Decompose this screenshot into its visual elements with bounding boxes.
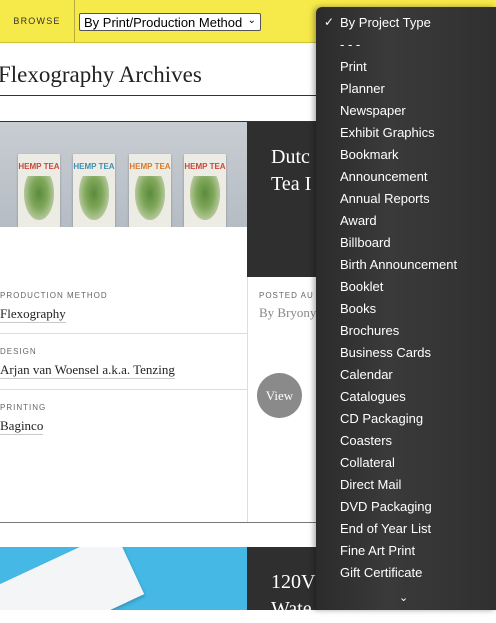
dropdown-item[interactable]: Print — [340, 59, 367, 74]
column-divider — [247, 277, 248, 522]
dropdown-item[interactable]: CD Packaging — [340, 411, 423, 426]
design-link[interactable]: Arjan van Woensel a.k.a. Tenzing — [0, 362, 175, 379]
title-divider — [0, 95, 330, 96]
dropdown-item[interactable]: Brochures — [340, 323, 399, 338]
browse-select-value: By Print/Production Method — [84, 14, 243, 30]
hemp-tea-image[interactable]: HEMP TEA HEMP TEA HEMP TEA HEMP TEA — [0, 122, 247, 227]
dropdown-item[interactable]: End of Year List — [340, 521, 431, 536]
scroll-down-arrow-icon[interactable]: ⌄ — [399, 591, 408, 604]
tea-package-label: HEMP TEA — [18, 162, 60, 171]
production-method-link[interactable]: Flexography — [0, 306, 66, 323]
design-label: DESIGN — [0, 347, 37, 356]
dropdown-item[interactable]: DVD Packaging — [340, 499, 432, 514]
product-image[interactable] — [0, 547, 247, 610]
post-title[interactable]: Dutc Tea I — [271, 144, 311, 198]
dropdown-item[interactable]: Books — [340, 301, 376, 316]
printing-label: PRINTING — [0, 403, 47, 412]
dropdown-item[interactable]: Birth Announcement — [340, 257, 457, 272]
project-type-dropdown-menu[interactable]: ✓ ⌄ By Project Type - - - Print Planner News… — [316, 7, 496, 610]
dropdown-item[interactable]: Billboard — [340, 235, 391, 250]
dropdown-item[interactable]: Fine Art Print — [340, 543, 415, 558]
dropdown-item[interactable]: Bookmark — [340, 147, 399, 162]
chevron-down-icon: ⌄ — [247, 15, 256, 26]
dropdown-item[interactable]: Business Cards — [340, 345, 431, 360]
browse-label: BROWSE — [0, 0, 75, 42]
dropdown-item[interactable]: Calendar — [340, 367, 393, 382]
tea-package: HEMP TEA — [184, 154, 226, 227]
tea-package: HEMP TEA — [129, 154, 171, 227]
tea-package-label: HEMP TEA — [129, 162, 171, 171]
posted-label: POSTED AU — [259, 291, 314, 300]
tea-package: HEMP TEA — [73, 154, 115, 227]
tea-package-label: HEMP TEA — [184, 162, 226, 171]
view-button[interactable]: View — [257, 373, 302, 418]
dropdown-item[interactable]: - - - — [340, 37, 360, 52]
meta-divider — [0, 333, 247, 334]
page-title: Flexography Archives — [0, 62, 202, 87]
tea-package: HEMP TEA — [18, 154, 60, 227]
checkmark-icon: ✓ — [324, 15, 335, 29]
dropdown-item[interactable]: Announcement — [340, 169, 427, 184]
tea-package-label: HEMP TEA — [73, 162, 115, 171]
dropdown-item[interactable]: Annual Reports — [340, 191, 430, 206]
dropdown-item[interactable]: By Project Type — [340, 15, 431, 30]
dropdown-item[interactable]: Exhibit Graphics — [340, 125, 435, 140]
dropdown-item[interactable]: Direct Mail — [340, 477, 401, 492]
browse-select[interactable]: By Print/Production Method ⌄ — [79, 13, 261, 31]
meta-divider — [0, 389, 247, 390]
dropdown-item[interactable]: Newspaper — [340, 103, 406, 118]
dropdown-item[interactable]: Award — [340, 213, 377, 228]
dropdown-item[interactable]: Collateral — [340, 455, 395, 470]
author-byline[interactable]: By Bryony — [259, 305, 316, 321]
dropdown-item[interactable]: Gift Certificate — [340, 565, 422, 580]
dropdown-item[interactable]: Planner — [340, 81, 385, 96]
dropdown-item[interactable]: Coasters — [340, 433, 392, 448]
production-method-label: PRODUCTION METHOD — [0, 291, 108, 300]
dropdown-item[interactable]: Catalogues — [340, 389, 406, 404]
printing-link[interactable]: Baginco — [0, 418, 44, 435]
post-title[interactable]: 120V Wate — [271, 569, 315, 623]
dropdown-item[interactable]: Booklet — [340, 279, 383, 294]
